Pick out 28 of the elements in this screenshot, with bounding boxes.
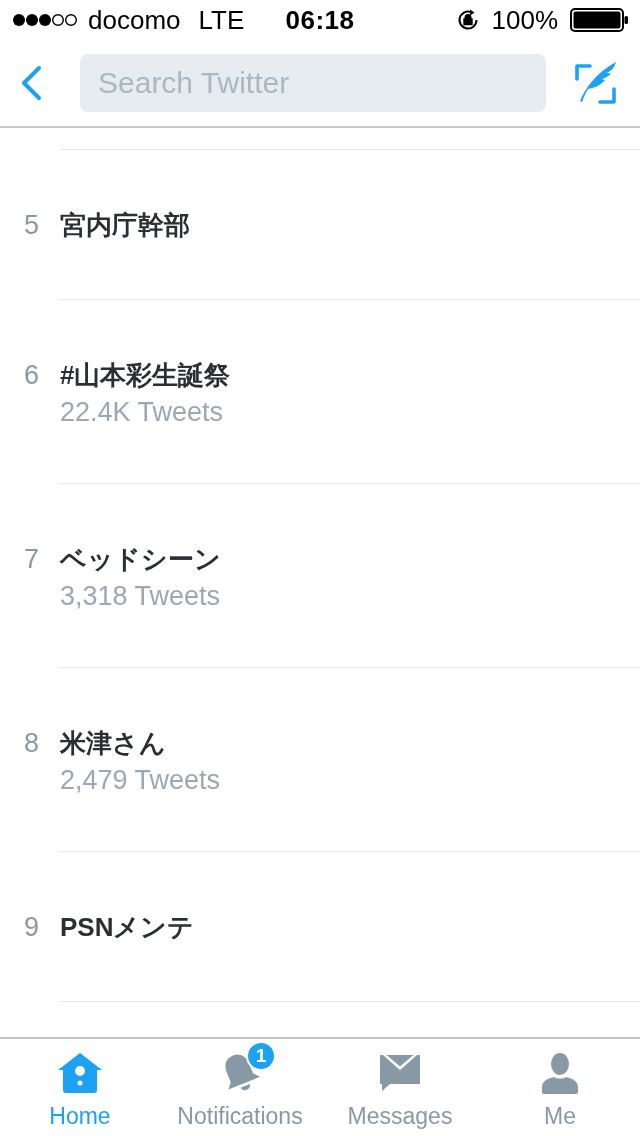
trend-rank: 8 [24, 727, 40, 760]
back-icon [20, 65, 42, 101]
envelope-icon [379, 1054, 421, 1092]
trend-name[interactable]: #山本彩生誕祭 [60, 355, 231, 395]
trend-name[interactable]: ベッドシーン [60, 539, 221, 579]
back-button[interactable] [20, 65, 42, 101]
carrier-name: docomo [88, 5, 181, 35]
tweet-count: 3,318 Tweets [60, 580, 221, 613]
birdhouse-icon [57, 1052, 103, 1094]
trend-rank: 7 [24, 543, 40, 576]
tweet-count: 22.4K Tweets [60, 396, 224, 429]
trend-name[interactable]: PSNメンテ [60, 907, 195, 947]
trend-name[interactable]: 宮内庁幹部 [60, 205, 190, 245]
person-icon [540, 1052, 580, 1094]
compose-icon [574, 61, 618, 105]
status-time: 06:18 [285, 5, 355, 35]
tweet-count: 2,479 Tweets [60, 764, 221, 797]
trend-rank: 9 [24, 911, 40, 944]
trend-rank: 6 [24, 359, 40, 392]
signal-icon [12, 13, 78, 27]
notification-badge: 1 [246, 1041, 276, 1071]
trend-rank: 5 [24, 209, 40, 242]
search-field[interactable]: Search Twitter [80, 54, 546, 112]
compose-button[interactable] [574, 61, 618, 105]
trend-name[interactable]: 米津さん [60, 723, 166, 763]
battery-percent: 100% [491, 5, 558, 35]
battery-icon [570, 8, 628, 32]
network-type: LTE [198, 5, 245, 35]
